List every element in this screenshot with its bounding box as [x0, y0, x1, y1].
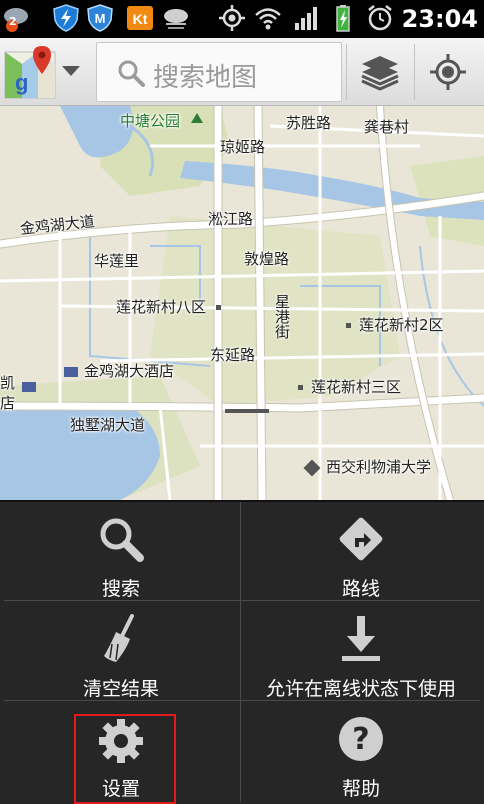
map-label-road: 琼姬路	[220, 138, 266, 156]
chevron-down-icon[interactable]	[62, 66, 80, 76]
help-icon: ?	[339, 717, 383, 761]
weather-app-icon	[164, 9, 188, 29]
map-view[interactable]: 中塘公园 苏胜路 龚巷村 琼姬路 金鸡湖大道 淞江路 华莲里 敦煌路 莲花新村八…	[0, 106, 484, 500]
gps-icon	[219, 5, 245, 31]
map-label-partial: 凯	[0, 374, 16, 392]
status-bar: 2 M Kt 23:04	[0, 0, 484, 38]
alarm-icon	[368, 5, 392, 31]
map-label-road: 苏胜路	[286, 114, 332, 132]
maps-toolbar: g 搜索地图	[0, 38, 484, 106]
menu-item-label: 搜索	[101, 578, 140, 600]
map-label-poi: 莲花新村三区	[298, 376, 401, 397]
clock: 23:04	[401, 5, 478, 33]
map-label-partial: 店	[0, 394, 16, 412]
options-menu: 搜索 路线 清空结果 允许在离线状态下使用 设置 ? 帮助	[0, 500, 484, 804]
search-icon	[100, 518, 144, 562]
svg-text:?: ?	[352, 722, 369, 757]
menu-item-label: 路线	[341, 578, 380, 600]
map-label-poi: 莲花新村八区	[116, 296, 222, 317]
search-placeholder: 搜索地图	[153, 63, 258, 93]
map-label-village: 龚巷村	[364, 118, 410, 136]
m-app-icon: M	[87, 4, 113, 32]
menu-item-label: 清空结果	[82, 678, 159, 700]
directions-icon	[339, 517, 383, 561]
menu-item-label: 允许在离线状态下使用	[265, 678, 456, 700]
map-label-road: 东延路	[210, 346, 256, 364]
menu-divider	[240, 502, 241, 802]
map-label-road: 淞江路	[208, 210, 254, 228]
download-icon	[342, 616, 380, 661]
notification-count: 2	[9, 15, 17, 28]
map-label-poi: 金鸡湖大酒店	[64, 360, 174, 381]
broom-icon	[104, 614, 134, 662]
wifi-icon	[255, 8, 281, 30]
map-label-road: 星港街	[273, 294, 291, 339]
settings-highlight-box	[74, 714, 176, 804]
school-icon	[303, 459, 321, 476]
menu-item-search[interactable]: 搜索	[2, 502, 240, 600]
map-label-poi: 莲花新村2区	[346, 314, 444, 335]
search-icon	[118, 60, 145, 87]
map-label-poi: 西交利物浦大学	[303, 456, 431, 477]
menu-item-make-available-offline[interactable]: 允许在离线状态下使用	[242, 602, 480, 700]
map-label-park: 中塘公园	[120, 112, 181, 130]
svg-text:Kt: Kt	[133, 11, 148, 27]
layers-icon	[361, 56, 399, 91]
layers-button[interactable]	[348, 42, 412, 102]
my-location-icon	[430, 54, 466, 90]
menu-item-directions[interactable]: 路线	[242, 502, 480, 600]
google-maps-logo-icon[interactable]: g	[4, 44, 58, 100]
shield-app-icon	[53, 4, 79, 32]
toolbar-divider	[414, 44, 415, 100]
hotel-icon	[64, 366, 78, 377]
svg-text:M: M	[95, 11, 106, 26]
menu-item-clear-results[interactable]: 清空结果	[2, 602, 240, 700]
toolbar-divider	[346, 44, 347, 100]
map-label-road: 独墅湖大道	[70, 416, 146, 434]
search-input[interactable]: 搜索地图	[96, 42, 342, 102]
map-label-area: 华莲里	[94, 252, 140, 270]
map-canvas	[0, 106, 484, 500]
svg-text:g: g	[15, 70, 28, 95]
map-label-road: 敦煌路	[244, 250, 290, 268]
menu-item-help[interactable]: ? 帮助	[242, 702, 480, 800]
hotel-icon	[22, 382, 36, 392]
battery-charging-icon	[336, 5, 350, 32]
menu-item-label: 帮助	[341, 778, 380, 800]
signal-icon	[295, 7, 317, 30]
kt-app-icon: Kt	[127, 6, 153, 30]
my-location-button[interactable]	[416, 42, 480, 102]
park-icon	[191, 113, 203, 123]
